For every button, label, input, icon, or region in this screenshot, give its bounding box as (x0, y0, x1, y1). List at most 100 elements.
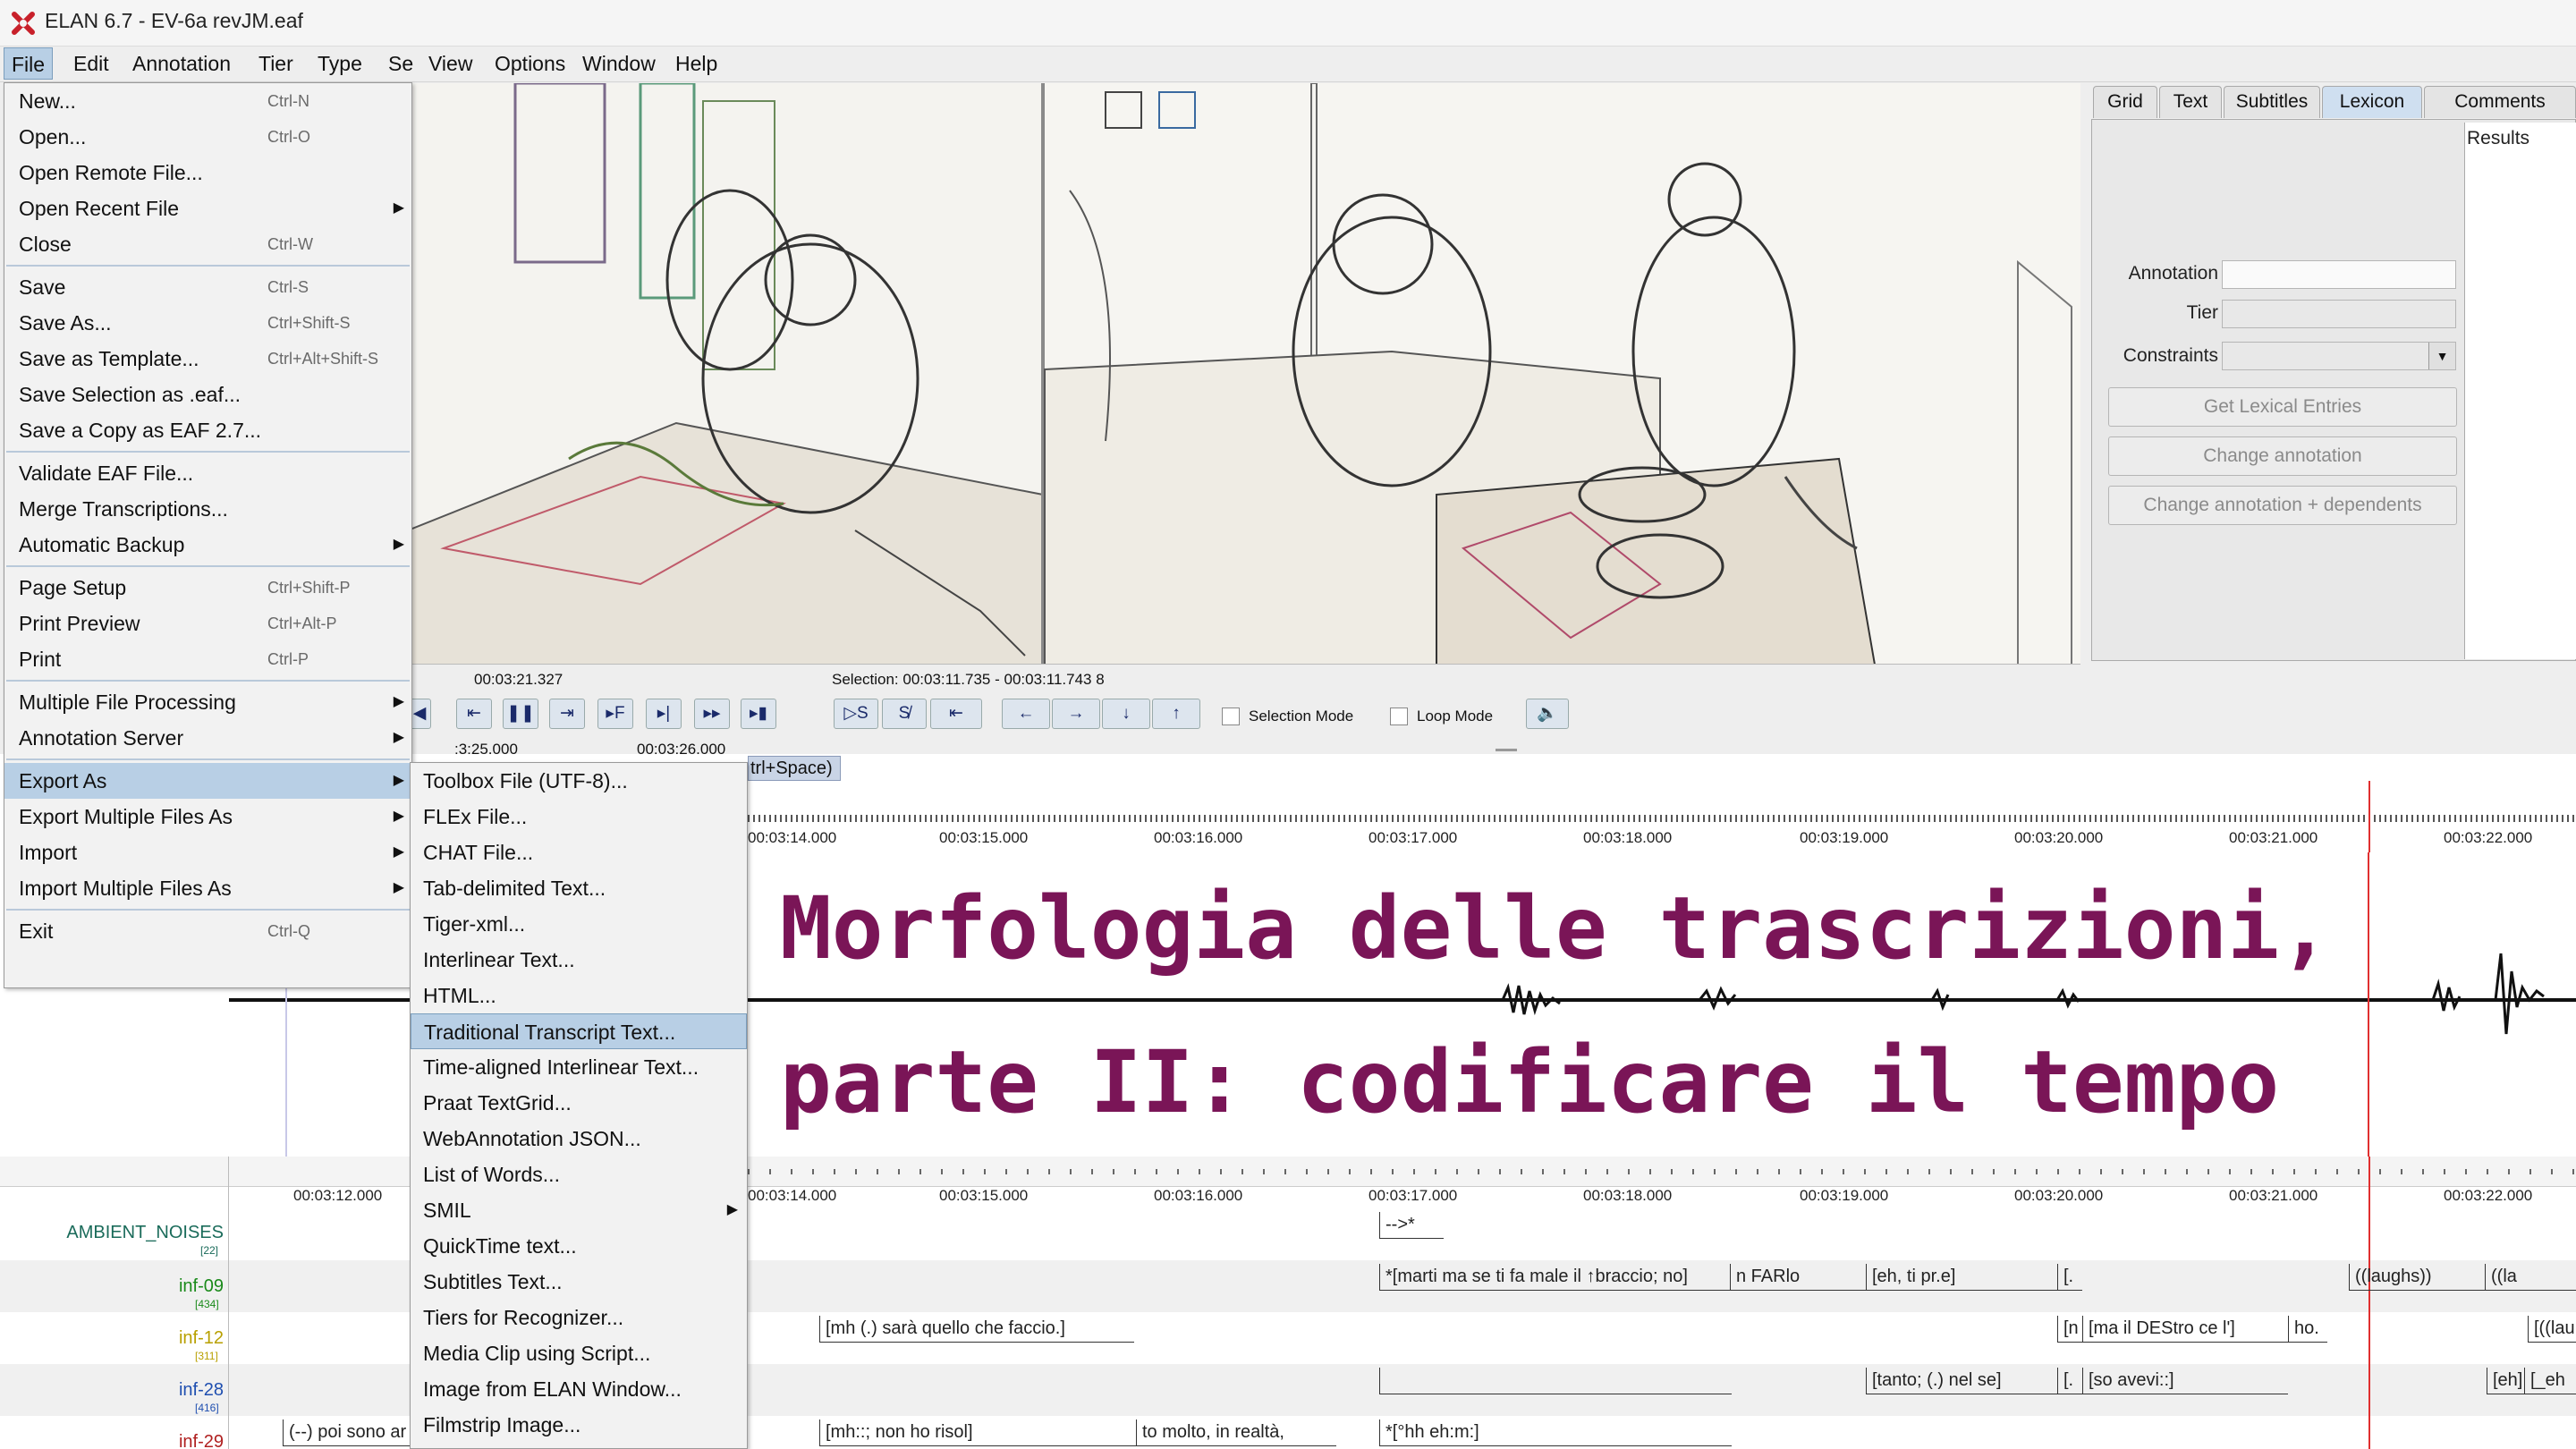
menu-item-save[interactable]: Save Ctrl-S (4, 269, 411, 305)
menu-item-print[interactable]: Print Ctrl-P (4, 641, 411, 677)
annotation[interactable]: *[°hh eh:m:] (1379, 1419, 1732, 1446)
annotation[interactable]: [so avevi::] (2082, 1368, 2288, 1394)
export-flex[interactable]: FLEx File... (411, 799, 747, 835)
menu-edit[interactable]: Edit (66, 47, 116, 80)
annotation[interactable]: [eh] (2487, 1368, 2524, 1394)
menu-item-exit[interactable]: Exit Ctrl-Q (4, 913, 411, 949)
annotation[interactable] (1379, 1368, 1732, 1394)
menu-help[interactable]: Help (668, 47, 724, 80)
export-smil[interactable]: SMIL ▶ (411, 1192, 747, 1228)
jump-forward-button[interactable]: ▸▸ (694, 699, 730, 729)
next-frame-button[interactable]: ⇥ (549, 699, 585, 729)
export-webannotation-json[interactable]: WebAnnotation JSON... (411, 1121, 747, 1157)
annotation[interactable]: (--) poi sono ar (283, 1419, 415, 1446)
pause-button[interactable]: ❚❚ (503, 699, 538, 729)
menu-item-save-selection[interactable]: Save Selection as .eaf... (4, 377, 411, 412)
menu-view[interactable]: View (421, 47, 479, 80)
menu-item-page-setup[interactable]: Page Setup Ctrl+Shift-P (4, 570, 411, 606)
export-media-clip[interactable]: Media Clip using Script... (411, 1335, 747, 1371)
menu-options[interactable]: Options (487, 47, 572, 80)
annotation-tiers[interactable]: 00:03:12.000 00:03:14.000 00:03:15.000 0… (0, 1157, 2576, 1449)
forward-button[interactable]: ▸F (597, 699, 633, 729)
get-lexical-entries-button[interactable]: Get Lexical Entries (2108, 387, 2457, 427)
annotation[interactable]: [eh, ti pr.e] (1866, 1264, 2057, 1291)
selection-mode-checkbox[interactable] (1222, 708, 1240, 725)
annotation[interactable]: [n (2057, 1316, 2082, 1343)
annotation-field[interactable] (2222, 260, 2456, 289)
export-traditional-transcript[interactable]: Traditional Transcript Text... (411, 1013, 747, 1049)
tab-comments[interactable]: Comments (2424, 86, 2576, 118)
constraints-dropdown[interactable]: ▼ (2222, 342, 2456, 370)
menu-item-print-preview[interactable]: Print Preview Ctrl+Alt-P (4, 606, 411, 641)
menu-item-close[interactable]: Close Ctrl-W (4, 226, 411, 262)
tier-name-inf-28[interactable]: inf-28 (179, 1380, 224, 1401)
tab-lexicon[interactable]: Lexicon (2322, 86, 2422, 118)
clear-selection-icon[interactable]: S̸ (882, 699, 927, 729)
previous-frame-button[interactable]: ⇤ (456, 699, 492, 729)
arrow-left-icon[interactable]: ← (1002, 699, 1050, 729)
annotation[interactable]: [mh (.) sarà quello che faccio.] (819, 1316, 1134, 1343)
arrow-up-icon[interactable]: ↑ (1152, 699, 1200, 729)
export-filmstrip-image[interactable]: Filmstrip Image... (411, 1407, 747, 1443)
export-html[interactable]: HTML... (411, 978, 747, 1013)
menu-item-multiple-file-processing[interactable]: Multiple File Processing ▶ (4, 684, 411, 720)
tier-name-inf-12[interactable]: inf-12 (179, 1328, 224, 1349)
annotation[interactable]: [((lau (2528, 1316, 2576, 1343)
export-chat[interactable]: CHAT File... (411, 835, 747, 870)
export-tab-delimited[interactable]: Tab-delimited Text... (411, 870, 747, 906)
tier-name-inf-09[interactable]: inf-09 (179, 1276, 224, 1297)
splitter-handle[interactable] (1496, 749, 1517, 751)
tab-grid[interactable]: Grid (2093, 86, 2157, 118)
export-list-of-words[interactable]: List of Words... (411, 1157, 747, 1192)
annotation[interactable]: [ma il DEStro ce l'] (2082, 1316, 2288, 1343)
export-image-from-window[interactable]: Image from ELAN Window... (411, 1371, 747, 1407)
menu-item-export-multiple[interactable]: Export Multiple Files As ▶ (4, 799, 411, 835)
annotation[interactable]: ho. (2288, 1316, 2327, 1343)
annotation[interactable]: to molto, in realtà, (1136, 1419, 1336, 1446)
annotation[interactable]: -->* (1379, 1212, 1444, 1239)
annotation[interactable]: [_eh (2524, 1368, 2576, 1394)
menu-item-open-recent[interactable]: Open Recent File ▶ (4, 191, 411, 226)
menu-item-open-remote[interactable]: Open Remote File... (4, 155, 411, 191)
menu-file[interactable]: File (4, 47, 54, 80)
go-to-end-button[interactable]: ▸▮ (741, 699, 776, 729)
export-quicktime-text[interactable]: QuickTime text... (411, 1228, 747, 1264)
annotation[interactable]: ((laughs)) (2349, 1264, 2485, 1291)
selection-begin-icon[interactable]: ⇤ (930, 699, 982, 729)
annotation[interactable]: [tanto; (.) nel se] (1866, 1368, 2057, 1394)
annotation[interactable]: n FARlo (1730, 1264, 1866, 1291)
arrow-right-icon[interactable]: → (1052, 699, 1100, 729)
results-list[interactable]: Results (2464, 123, 2576, 659)
menu-item-validate[interactable]: Validate EAF File... (4, 455, 411, 491)
annotation[interactable]: [mh::; non ho risol] (819, 1419, 1136, 1446)
annotation[interactable]: [. (2057, 1264, 2082, 1291)
annotation[interactable]: [. (2057, 1368, 2082, 1394)
menu-item-save-copy[interactable]: Save a Copy as EAF 2.7... (4, 412, 411, 448)
menu-item-import[interactable]: Import ▶ (4, 835, 411, 870)
tier-name-inf-29[interactable]: inf-29 (179, 1432, 224, 1449)
play-selection-icon[interactable]: ▷S (834, 699, 878, 729)
menu-item-annotation-server[interactable]: Annotation Server ▶ (4, 720, 411, 756)
tab-subtitles[interactable]: Subtitles (2224, 86, 2320, 118)
menu-item-new[interactable]: New... Ctrl-N (4, 83, 411, 119)
menu-item-save-template[interactable]: Save as Template... Ctrl+Alt+Shift-S (4, 341, 411, 377)
menu-item-automatic-backup[interactable]: Automatic Backup ▶ (4, 527, 411, 563)
export-praat-textgrid[interactable]: Praat TextGrid... (411, 1085, 747, 1121)
tier-field[interactable] (2222, 300, 2456, 328)
menu-item-save-as[interactable]: Save As... Ctrl+Shift-S (4, 305, 411, 341)
next-second-button[interactable]: ▸| (646, 699, 682, 729)
tab-text[interactable]: Text (2159, 86, 2222, 118)
export-tiger-xml[interactable]: Tiger-xml... (411, 906, 747, 942)
menu-item-import-multiple[interactable]: Import Multiple Files As ▶ (4, 870, 411, 906)
volume-icon[interactable]: 🔈 (1526, 699, 1569, 729)
menu-item-export-as[interactable]: Export As ▶ (4, 763, 411, 799)
change-annotation-dependents-button[interactable]: Change annotation + dependents (2108, 486, 2457, 525)
menu-annotation[interactable]: Annotation (125, 47, 238, 80)
chevron-down-icon[interactable]: ▼ (2428, 343, 2455, 369)
change-annotation-button[interactable]: Change annotation (2108, 436, 2457, 476)
menu-search[interactable]: Se (381, 47, 420, 80)
menu-item-open[interactable]: Open... Ctrl-O (4, 119, 411, 155)
tier-name-ambient-noises[interactable]: AMBIENT_NOISES (66, 1223, 224, 1243)
loop-mode-checkbox[interactable] (1390, 708, 1408, 725)
arrow-down-icon[interactable]: ↓ (1102, 699, 1150, 729)
